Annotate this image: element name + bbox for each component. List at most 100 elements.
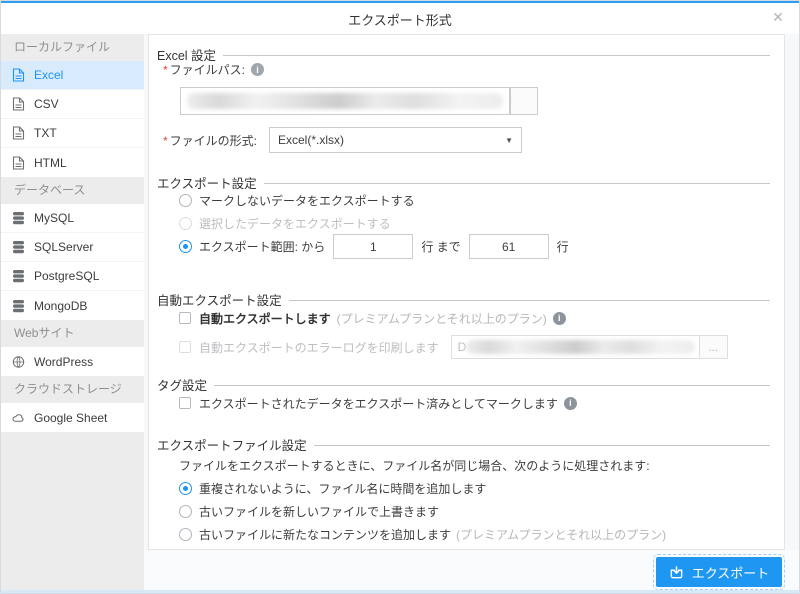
sidebar-header-database: データベース	[1, 177, 144, 204]
settings-panel: Excel 設定 * ファイルパス: i * ファイルの形式: Excel(*.…	[148, 34, 785, 550]
radio-icon[interactable]	[179, 505, 192, 518]
file-icon	[12, 68, 25, 82]
checkbox-icon[interactable]	[179, 397, 191, 409]
download-icon	[669, 565, 684, 580]
sidebar-item-label: Excel	[34, 68, 63, 82]
radio-icon[interactable]	[179, 194, 192, 207]
sidebar-item-postgresql[interactable]: PostgreSQL	[1, 262, 144, 291]
sidebar-item-html[interactable]: HTML	[1, 148, 144, 177]
radio-icon[interactable]	[179, 482, 192, 495]
range-middle-label: 行 まで	[421, 238, 460, 255]
error-log-browse-button[interactable]: ...	[700, 335, 728, 359]
sidebar-item-mysql[interactable]: MySQL	[1, 204, 144, 233]
file-path-label: ファイルパス:	[170, 61, 245, 78]
checkbox-label: エクスポートされたデータをエクスポート済みとしてマークします	[199, 395, 558, 412]
file-path-browse-button[interactable]	[510, 87, 538, 115]
sidebar-item-label: Google Sheet	[34, 411, 107, 425]
export-target-sidebar: ローカルファイル Excel CSV TXT HTML データベース MySQL…	[1, 34, 144, 590]
sidebar-group-local-files: Excel CSV TXT HTML	[1, 61, 144, 177]
file-format-value: Excel(*.xlsx)	[278, 133, 344, 147]
sidebar-item-label: WordPress	[34, 355, 93, 369]
sidebar-item-wordpress[interactable]: WordPress	[1, 347, 144, 376]
checkbox-mark-exported[interactable]: エクスポートされたデータをエクスポート済みとしてマークします i	[179, 393, 577, 413]
sidebar-group-website: WordPress	[1, 347, 144, 376]
footer-bar: エクスポート	[144, 550, 799, 590]
required-mark: *	[163, 134, 168, 148]
dialog-title: エクスポート形式	[1, 10, 799, 29]
database-icon	[12, 269, 25, 283]
radio-add-time[interactable]: 重複されないように、ファイル名に時間を追加します	[179, 478, 486, 498]
required-mark: *	[163, 63, 168, 77]
section-export-file-settings: エクスポートファイル設定	[157, 435, 770, 453]
file-format-label: ファイルの形式:	[170, 132, 257, 149]
description-text: ファイルをエクスポートするときに、ファイル名が同じ場合、次のように処理されます:	[179, 457, 650, 474]
section-rule	[314, 445, 770, 446]
file-icon	[12, 156, 25, 170]
sidebar-item-txt[interactable]: TXT	[1, 119, 144, 148]
range-end-label: 行	[557, 238, 569, 255]
checkbox-error-log[interactable]: 自動エクスポートのエラーログを印刷します D ...	[179, 334, 728, 360]
radio-overwrite[interactable]: 古いファイルを新しいファイルで上書きます	[179, 501, 439, 521]
section-title: エクスポート設定	[157, 173, 257, 192]
export-button[interactable]: エクスポート	[656, 557, 782, 587]
radio-export-range[interactable]: エクスポート範囲: から 1 行 まで 61 行	[179, 233, 569, 260]
radio-icon[interactable]	[179, 240, 192, 253]
radio-label: 古いファイルを新しいファイルで上書きます	[199, 503, 439, 520]
checkbox-icon[interactable]	[179, 312, 191, 324]
section-title: タグ設定	[157, 375, 207, 394]
radio-label: マークしないデータをエクスポートする	[199, 192, 415, 209]
sidebar-item-sqlserver[interactable]: SQLServer	[1, 233, 144, 262]
section-tag-settings: タグ設定	[157, 375, 770, 393]
sidebar-item-label: MySQL	[34, 211, 74, 225]
close-icon[interactable]: ✕	[769, 8, 787, 26]
checkbox-icon[interactable]	[179, 341, 191, 353]
radio-icon[interactable]	[179, 528, 192, 541]
checkbox-label: 自動エクスポートのエラーログを印刷します	[199, 339, 439, 356]
redacted-file-path	[187, 93, 503, 109]
window-accent-line	[1, 1, 799, 3]
error-log-path-input[interactable]: D	[451, 335, 700, 359]
radio-export-selected[interactable]: 選択したデータをエクスポートする	[179, 213, 391, 233]
info-icon[interactable]: i	[553, 312, 566, 325]
checkbox-auto-export[interactable]: 自動エクスポートします (プレミアムプランとそれ以上のプラン) i	[179, 308, 566, 328]
section-rule	[214, 385, 770, 386]
file-path-input[interactable]	[180, 87, 510, 115]
sidebar-item-mongodb[interactable]: MongoDB	[1, 291, 144, 320]
titlebar: エクスポート形式 ✕	[1, 3, 799, 34]
section-title: エクスポートファイル設定	[157, 435, 307, 454]
premium-note: (プレミアムプランとそれ以上のプラン)	[337, 310, 547, 327]
info-icon[interactable]: i	[251, 63, 264, 76]
radio-append[interactable]: 古いファイルに新たなコンテンツを追加します (プレミアムプランとそれ以上のプラン…	[179, 524, 666, 544]
window-bottom-line	[1, 590, 799, 593]
section-rule	[264, 183, 770, 184]
sidebar-item-label: SQLServer	[34, 240, 93, 254]
radio-label: 選択したデータをエクスポートする	[199, 215, 391, 232]
checkbox-label: 自動エクスポートします	[199, 310, 331, 327]
range-to-input[interactable]: 61	[469, 234, 549, 259]
section-export-settings: エクスポート設定	[157, 173, 770, 191]
sidebar-group-cloud-storage: Google Sheet	[1, 403, 144, 432]
duplicate-handling-description: ファイルをエクスポートするときに、ファイル名が同じ場合、次のように処理されます:	[179, 456, 650, 474]
sidebar-item-excel[interactable]: Excel	[1, 61, 144, 90]
sidebar-item-csv[interactable]: CSV	[1, 90, 144, 119]
radio-icon[interactable]	[179, 217, 192, 230]
section-title: 自動エクスポート設定	[157, 290, 282, 309]
range-label: エクスポート範囲: から	[199, 238, 325, 255]
section-rule	[289, 300, 770, 301]
radio-label: 重複されないように、ファイル名に時間を追加します	[199, 480, 486, 497]
file-icon	[12, 97, 25, 111]
info-icon[interactable]: i	[564, 397, 577, 410]
chevron-down-icon: ▼	[505, 136, 513, 145]
sidebar-item-label: MongoDB	[34, 299, 87, 313]
database-icon	[12, 240, 25, 254]
file-format-select[interactable]: Excel(*.xlsx) ▼	[269, 127, 522, 153]
radio-export-unmarked[interactable]: マークしないデータをエクスポートする	[179, 190, 415, 210]
sidebar-item-google-sheet[interactable]: Google Sheet	[1, 403, 144, 432]
database-icon	[12, 299, 25, 313]
file-path-label-row: * ファイルパス: i	[163, 61, 264, 78]
cloud-icon	[12, 411, 25, 425]
redacted-log-path	[466, 340, 695, 354]
premium-note: (プレミアムプランとそれ以上のプラン)	[456, 526, 666, 543]
range-from-input[interactable]: 1	[333, 234, 413, 259]
sidebar-item-label: TXT	[34, 126, 57, 140]
